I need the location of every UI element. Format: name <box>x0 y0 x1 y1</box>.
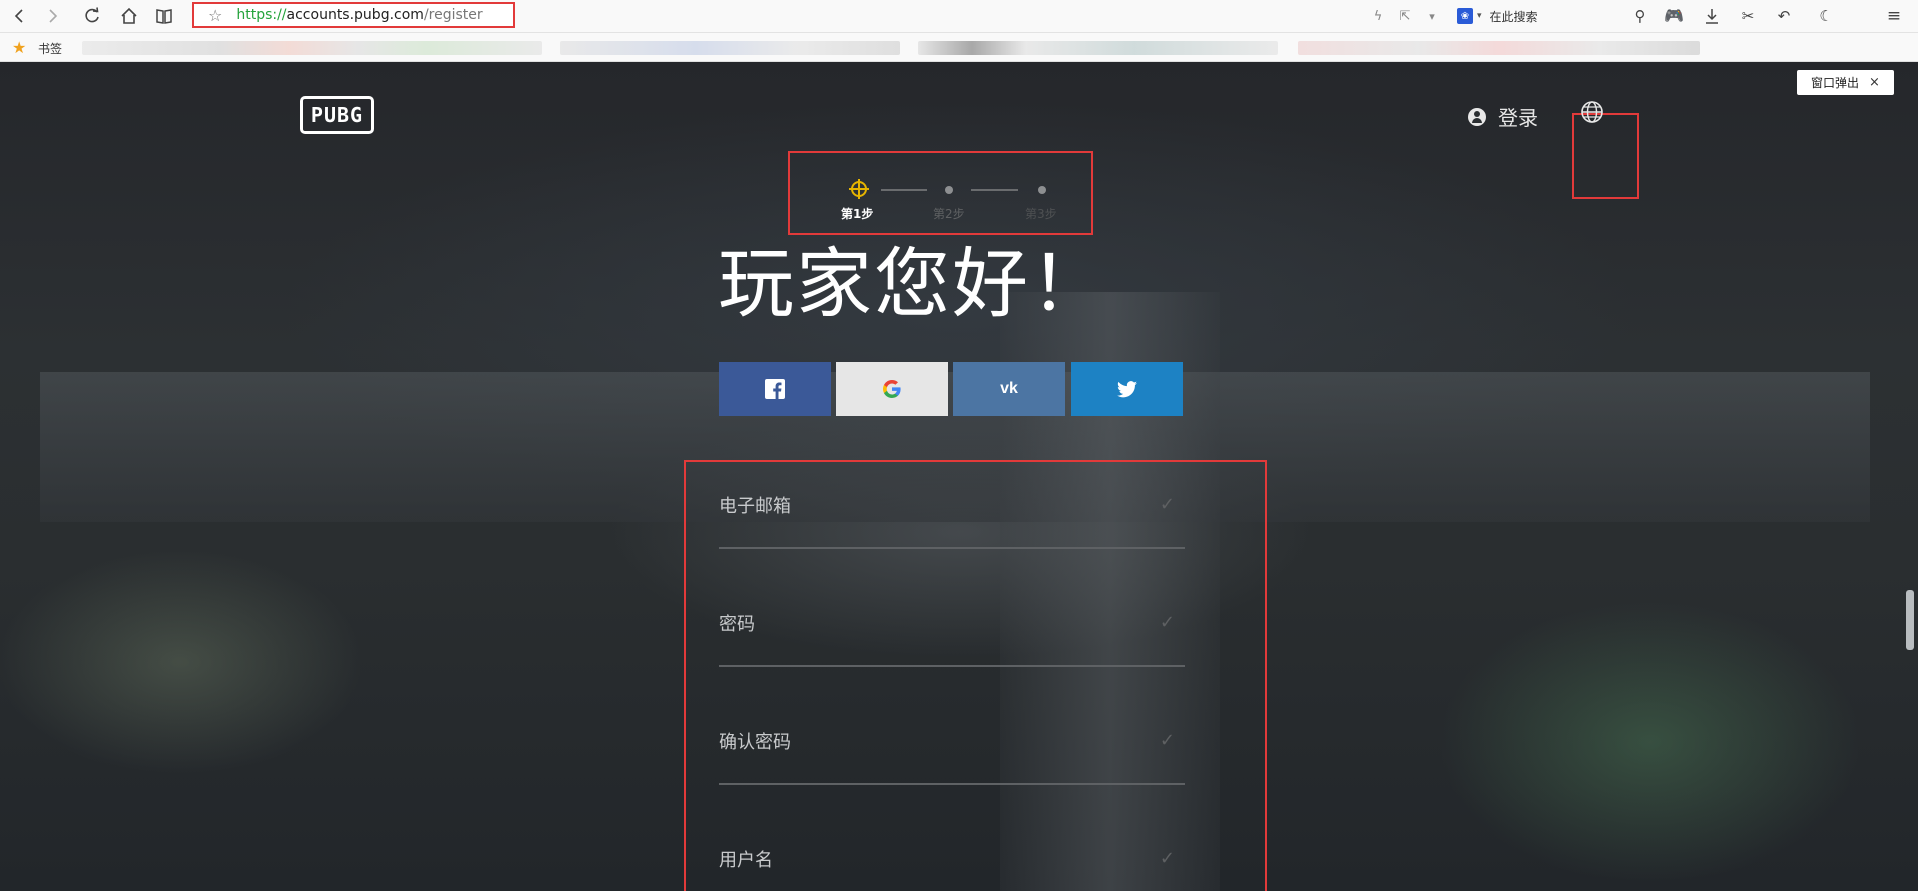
check-icon: ✓ <box>1159 848 1175 869</box>
twitter-icon <box>1117 380 1137 397</box>
bookmark-item[interactable] <box>82 41 542 55</box>
lightning-icon[interactable]: ϟ <box>1366 4 1390 28</box>
bookmark-item[interactable] <box>560 41 900 55</box>
confirm-password-underline <box>719 783 1185 785</box>
step-dot <box>945 186 953 194</box>
window-popup-label: 窗口弹出 <box>1811 76 1860 90</box>
twitter-login-button[interactable] <box>1071 362 1183 416</box>
highlight-box-form <box>684 460 1267 891</box>
scrollbar-thumb[interactable] <box>1906 590 1914 650</box>
page-title: 玩家您好！ <box>718 239 1108 328</box>
bookmark-star-icon[interactable]: ☆ <box>208 6 222 25</box>
bookmark-item[interactable] <box>918 41 1278 55</box>
login-label: 登录 <box>1498 106 1538 130</box>
facebook-icon <box>765 379 785 399</box>
email-label: 电子邮箱 <box>719 496 791 517</box>
search-box[interactable]: ❀ ▾ 在此搜索 <box>1457 5 1647 27</box>
login-link[interactable]: 登录 <box>1468 102 1538 131</box>
google-login-button[interactable] <box>836 362 948 416</box>
search-icon[interactable]: ⚲ <box>1628 4 1652 28</box>
step-connector <box>971 189 1018 191</box>
undo-icon[interactable]: ↶ <box>1772 4 1796 28</box>
search-engine-icon[interactable]: ❀ <box>1457 8 1473 24</box>
step-1-label: 第1步 <box>841 207 874 221</box>
confirm-password-label: 确认密码 <box>719 732 791 753</box>
check-icon: ✓ <box>1159 612 1175 633</box>
step-3-label: 第3步 <box>1025 207 1057 221</box>
bookmarks-star-icon: ★ <box>12 38 27 57</box>
vk-icon: vk <box>1000 380 1018 397</box>
highlight-box-steps <box>788 151 1093 235</box>
url-host: accounts.pubg.com <box>286 7 424 23</box>
dropdown-icon[interactable]: ▾ <box>1420 4 1444 28</box>
game-icon[interactable]: 🎮 <box>1662 4 1686 28</box>
browser-toolbar: ☆ https:// accounts.pubg.com /register ϟ… <box>0 0 1918 33</box>
scissors-icon[interactable]: ✂ <box>1736 4 1760 28</box>
address-bar[interactable]: ☆ https:// accounts.pubg.com /register <box>192 2 515 28</box>
page-background: 窗口弹出 × PUBG 登录 第1步 第2步 第3步 玩家您好！ vk 电子邮箱… <box>0 62 1918 891</box>
vk-login-button[interactable]: vk <box>953 362 1065 416</box>
email-underline <box>719 547 1185 549</box>
search-input[interactable]: 在此搜索 <box>1490 8 1538 25</box>
close-icon[interactable]: × <box>1869 75 1880 90</box>
window-popup-button[interactable]: 窗口弹出 × <box>1797 70 1894 95</box>
back-icon[interactable] <box>8 4 32 28</box>
highlight-box-language <box>1572 113 1639 199</box>
facebook-login-button[interactable] <box>719 362 831 416</box>
google-icon <box>883 380 901 398</box>
url-path: /register <box>423 7 483 23</box>
globe-icon[interactable] <box>1580 100 1604 124</box>
step-dot <box>1038 186 1046 194</box>
share-icon[interactable]: ⇱ <box>1393 4 1417 28</box>
forward-icon[interactable] <box>40 4 64 28</box>
password-label: 密码 <box>719 614 755 635</box>
bookmarks-bar: ★ 书签 <box>0 33 1918 62</box>
user-icon <box>1468 107 1486 126</box>
pubg-logo[interactable]: PUBG <box>300 96 374 134</box>
home-icon[interactable] <box>117 4 141 28</box>
password-underline <box>719 665 1185 667</box>
download-icon[interactable] <box>1700 4 1724 28</box>
check-icon: ✓ <box>1159 730 1175 751</box>
reload-icon[interactable] <box>80 4 104 28</box>
bookmarks-label[interactable]: 书签 <box>38 40 62 57</box>
step-2-label: 第2步 <box>933 207 965 221</box>
url-scheme: https:// <box>236 7 287 23</box>
menu-icon[interactable]: ≡ <box>1882 4 1906 28</box>
crosshair-icon <box>849 179 869 199</box>
reader-icon[interactable] <box>152 4 176 28</box>
night-mode-icon[interactable]: ☾ <box>1814 4 1838 28</box>
search-engine-dropdown-icon[interactable]: ▾ <box>1477 11 1482 21</box>
step-connector <box>881 189 927 191</box>
username-label: 用户名 <box>719 850 773 871</box>
check-icon: ✓ <box>1159 494 1175 515</box>
bookmark-item[interactable] <box>1298 41 1700 55</box>
